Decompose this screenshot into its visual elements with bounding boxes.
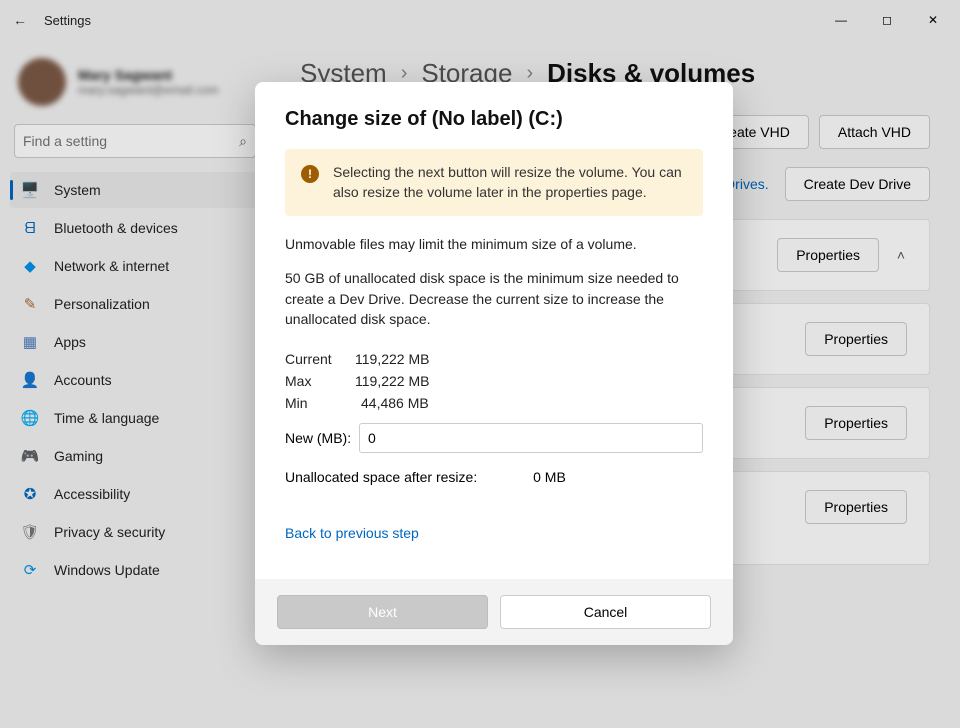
max-value: 119,222 MB [355,373,429,389]
current-value: 119,222 MB [355,351,429,367]
warning-text: Selecting the next button will resize th… [333,163,687,202]
warning-box: ! Selecting the next button will resize … [285,149,703,216]
unallocated-label: Unallocated space after resize: [285,469,477,485]
back-link[interactable]: Back to previous step [285,525,419,541]
dialog-text-2: 50 GB of unallocated disk space is the m… [285,268,703,329]
min-value: 44,486 MB [361,395,429,411]
max-label: Max [285,373,355,389]
warning-icon: ! [301,165,319,183]
resize-dialog: Change size of (No label) (C:) ! Selecti… [255,82,733,645]
new-size-input[interactable] [359,423,703,453]
cancel-button[interactable]: Cancel [500,595,711,629]
dialog-title: Change size of (No label) (C:) [285,108,703,131]
min-label: Min [285,395,355,411]
new-size-label: New (MB): [285,430,359,446]
next-button[interactable]: Next [277,595,488,629]
dialog-text-1: Unmovable files may limit the minimum si… [285,234,703,254]
current-label: Current [285,351,355,367]
unallocated-value: 0 MB [533,469,566,485]
